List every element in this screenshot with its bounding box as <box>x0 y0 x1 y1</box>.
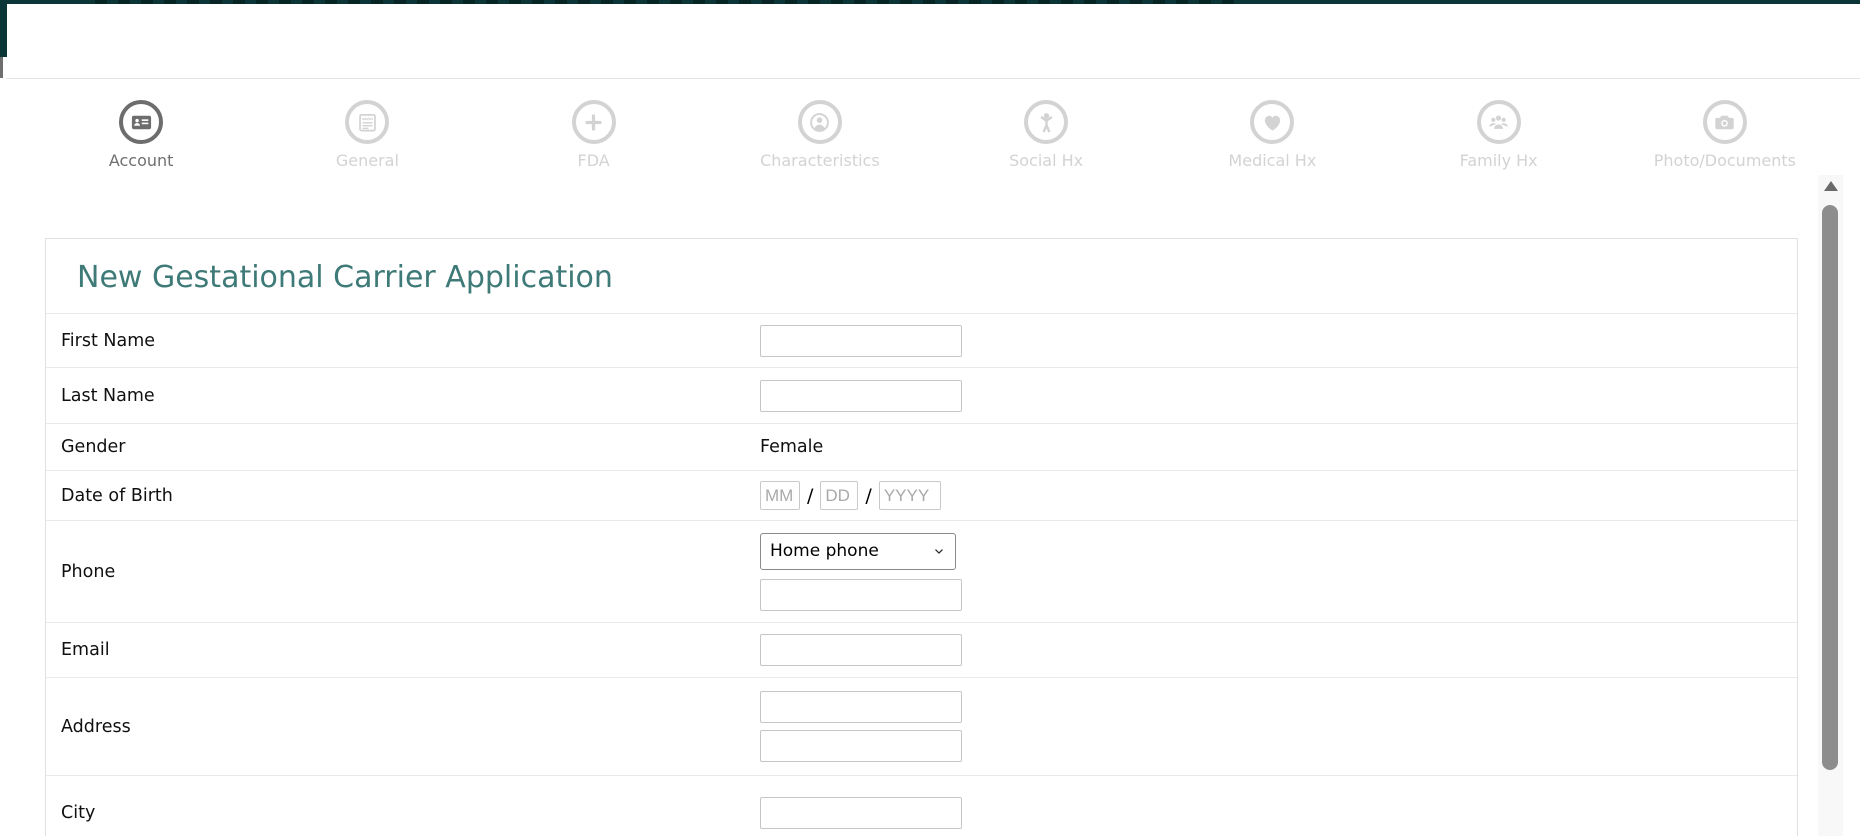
dob-day-input[interactable] <box>820 481 858 510</box>
first-name-label: First Name <box>61 331 760 351</box>
step-circle <box>1024 100 1068 144</box>
form-row-dob: Date of Birth / / <box>46 470 1797 520</box>
phone-controls: Home phone <box>760 533 962 611</box>
step-circle <box>1250 100 1294 144</box>
clipped-text-remnant <box>95 0 1245 4</box>
step-social-hx[interactable]: Social Hx <box>933 100 1159 170</box>
scrollbar[interactable] <box>1818 175 1843 836</box>
step-label: General <box>336 151 399 170</box>
step-photo-documents[interactable]: Photo/Documents <box>1612 100 1838 170</box>
person-circle-icon <box>808 111 831 134</box>
scrollbar-thumb[interactable] <box>1822 205 1838 770</box>
page-title: New Gestational Carrier Application <box>46 239 1797 313</box>
email-label: Email <box>61 640 760 660</box>
step-label: Medical Hx <box>1228 151 1316 170</box>
step-family-hx[interactable]: Family Hx <box>1386 100 1612 170</box>
dob-separator: / <box>865 485 871 507</box>
scroll-up-arrow[interactable] <box>1824 181 1838 191</box>
step-circle <box>572 100 616 144</box>
gender-label: Gender <box>61 437 760 457</box>
clipboard-icon <box>356 111 379 134</box>
header-divider <box>6 78 1860 79</box>
address-line2-input[interactable] <box>760 730 962 762</box>
city-label: City <box>61 803 760 823</box>
form-row-first-name: First Name <box>46 313 1797 367</box>
last-name-label: Last Name <box>61 386 760 406</box>
camera-icon <box>1713 111 1736 134</box>
step-medical-hx[interactable]: Medical Hx <box>1159 100 1385 170</box>
form-row-address: Address <box>46 677 1797 775</box>
heart-icon <box>1261 111 1284 134</box>
left-edge-accent <box>0 0 7 57</box>
id-card-icon <box>130 111 153 134</box>
application-window: Account General <box>0 0 1860 836</box>
dob-month-input[interactable] <box>760 481 800 510</box>
phone-type-selected-value: Home phone <box>770 541 879 561</box>
form-row-last-name: Last Name <box>46 367 1797 423</box>
step-circle <box>119 100 163 144</box>
step-characteristics[interactable]: Characteristics <box>707 100 933 170</box>
form-row-city: City <box>46 775 1797 836</box>
step-label: Family Hx <box>1460 151 1538 170</box>
left-edge-strip <box>0 57 3 78</box>
step-label: Photo/Documents <box>1654 151 1796 170</box>
dob-separator: / <box>807 485 813 507</box>
step-fda[interactable]: FDA <box>481 100 707 170</box>
chevron-down-icon <box>932 544 946 558</box>
email-input[interactable] <box>760 634 962 666</box>
stepper-nav: Account General <box>28 100 1838 170</box>
phone-number-input[interactable] <box>760 579 962 611</box>
form-row-email: Email <box>46 622 1797 677</box>
step-label: Characteristics <box>760 151 880 170</box>
phone-label: Phone <box>61 562 760 582</box>
people-icon <box>1487 111 1510 134</box>
gender-value: Female <box>760 437 823 457</box>
dob-inputs: / / <box>760 481 941 510</box>
city-input[interactable] <box>760 797 962 829</box>
dob-label: Date of Birth <box>61 486 760 506</box>
step-circle <box>798 100 842 144</box>
first-name-input[interactable] <box>760 325 962 357</box>
form-row-phone: Phone Home phone <box>46 520 1797 622</box>
plus-icon <box>582 111 605 134</box>
step-account[interactable]: Account <box>28 100 254 170</box>
phone-type-select[interactable]: Home phone <box>760 533 956 570</box>
figure-icon <box>1035 111 1058 134</box>
step-circle <box>1703 100 1747 144</box>
last-name-input[interactable] <box>760 380 962 412</box>
clipped-top-header <box>0 0 1860 4</box>
step-general[interactable]: General <box>254 100 480 170</box>
address-label: Address <box>61 717 760 737</box>
step-circle <box>345 100 389 144</box>
step-label: FDA <box>578 151 610 170</box>
address-line1-input[interactable] <box>760 691 962 723</box>
step-label: Social Hx <box>1009 151 1083 170</box>
step-label: Account <box>109 151 174 170</box>
form-row-gender: Gender Female <box>46 423 1797 470</box>
application-form-card: New Gestational Carrier Application Firs… <box>45 238 1798 836</box>
step-circle <box>1477 100 1521 144</box>
address-controls <box>760 691 962 762</box>
dob-year-input[interactable] <box>879 481 941 510</box>
